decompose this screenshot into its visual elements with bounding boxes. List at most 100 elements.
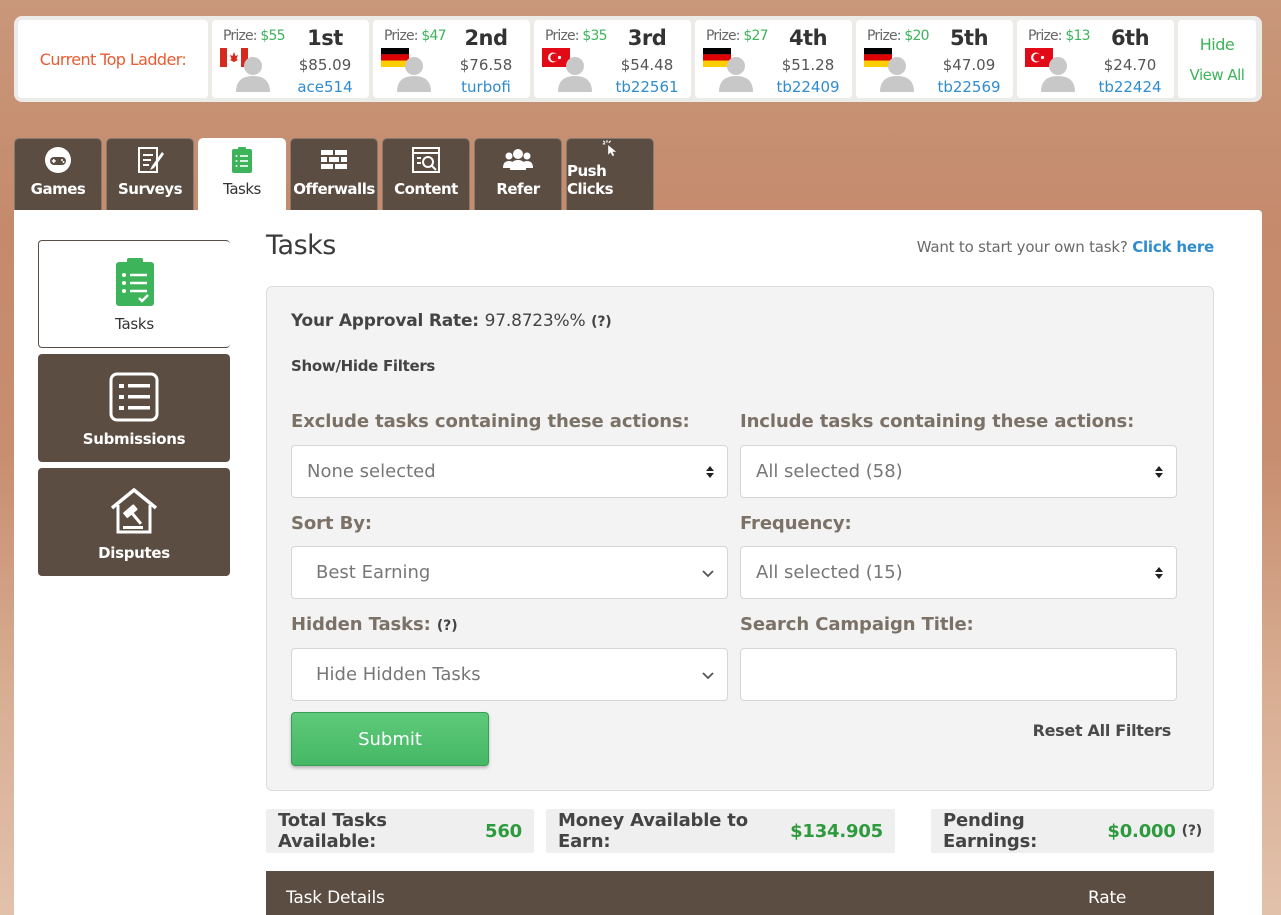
ladder-actions: Hide View All bbox=[1178, 20, 1256, 98]
ladder-place: 6th bbox=[1110, 26, 1150, 50]
tab-surveys[interactable]: Surveys bbox=[106, 138, 194, 210]
prize-label: Prize: $27 bbox=[706, 28, 769, 44]
ladder-earnings: $85.09 bbox=[298, 56, 352, 74]
tab-label: Tasks bbox=[223, 180, 261, 198]
ladder-username[interactable]: tb22409 bbox=[772, 78, 844, 96]
ladder-place: 4th bbox=[788, 26, 828, 50]
avatar-icon bbox=[558, 57, 592, 92]
main-tabs: Games Surveys Tasks Offerwalls Content R… bbox=[14, 138, 654, 210]
clipboard-icon bbox=[115, 258, 154, 306]
ladder-username[interactable]: tb22424 bbox=[1094, 78, 1166, 96]
view-all-link[interactable]: View All bbox=[1190, 66, 1245, 84]
ladder-earnings: $54.48 bbox=[620, 56, 674, 74]
ladder-earnings: $24.70 bbox=[1103, 56, 1157, 74]
sort-by-label: Sort By: bbox=[291, 513, 372, 534]
content-icon bbox=[412, 147, 440, 173]
tab-label: Refer bbox=[496, 180, 540, 198]
tab-offerwalls[interactable]: Offerwalls bbox=[290, 138, 378, 210]
tab-label: Content bbox=[394, 180, 458, 198]
sidebar-item-tasks[interactable]: Tasks bbox=[38, 240, 230, 348]
filters-box: Your Approval Rate: 97.8723%% (?) Show/H… bbox=[266, 286, 1214, 791]
sort-arrows-icon bbox=[706, 465, 714, 478]
search-campaign-label: Search Campaign Title: bbox=[740, 614, 974, 635]
sort-arrows-icon bbox=[1155, 566, 1163, 579]
avatar-icon bbox=[236, 57, 270, 92]
prize-label: Prize: $35 bbox=[545, 28, 608, 44]
clipboard-icon bbox=[232, 147, 252, 173]
ladder-username[interactable]: turbofi bbox=[450, 78, 522, 96]
pending-earnings-stat: Pending Earnings: $0.000 (?) bbox=[931, 809, 1214, 853]
ladder-entry: Prize: $47 2nd $76.58 turbofi bbox=[373, 20, 530, 98]
tab-content[interactable]: Content bbox=[382, 138, 470, 210]
sort-by-select[interactable]: Best Earning bbox=[291, 546, 728, 599]
column-rate[interactable]: Rate bbox=[1088, 888, 1126, 908]
ladder-place: 1st bbox=[307, 26, 343, 50]
prize-label: Prize: $13 bbox=[1028, 28, 1091, 44]
tab-label: Offerwalls bbox=[293, 180, 375, 198]
avatar-icon bbox=[397, 57, 431, 92]
column-task-details[interactable]: Task Details bbox=[286, 888, 385, 908]
total-tasks-stat: Total Tasks Available: 560 bbox=[266, 809, 534, 853]
exclude-actions-select[interactable]: None selected bbox=[291, 445, 728, 498]
sidebar-item-label: Tasks bbox=[115, 315, 154, 333]
ladder-earnings: $47.09 bbox=[942, 56, 996, 74]
page-title: Tasks bbox=[266, 230, 336, 261]
ladder-username[interactable]: ace514 bbox=[289, 78, 361, 96]
ladder-username[interactable]: tb22569 bbox=[933, 78, 1005, 96]
approval-help-icon[interactable]: (?) bbox=[591, 314, 612, 330]
ladder-entry: Prize: $27 4th $51.28 tb22409 bbox=[695, 20, 852, 98]
frequency-label: Frequency: bbox=[740, 513, 852, 534]
click-here-link[interactable]: Click here bbox=[1132, 238, 1214, 256]
hidden-tasks-label: Hidden Tasks: (?) bbox=[291, 614, 458, 635]
avatar-icon bbox=[880, 57, 914, 92]
money-available-stat: Money Available to Earn: $134.905 bbox=[546, 809, 895, 853]
tab-games[interactable]: Games bbox=[14, 138, 102, 210]
search-campaign-input[interactable] bbox=[740, 648, 1177, 701]
hide-ladder-link[interactable]: Hide bbox=[1200, 35, 1235, 54]
cursor-click-icon bbox=[602, 140, 617, 156]
sidebar-item-disputes[interactable]: Disputes bbox=[38, 468, 230, 576]
users-icon bbox=[503, 149, 533, 170]
pending-earnings-value: $0.000 bbox=[1107, 820, 1176, 842]
submit-button[interactable]: Submit bbox=[291, 712, 489, 766]
frequency-select[interactable]: All selected (15) bbox=[740, 546, 1177, 599]
main-panel: Tasks Submissions Disputes Tasks Want to… bbox=[14, 210, 1262, 915]
hidden-tasks-select[interactable]: Hide Hidden Tasks bbox=[291, 648, 728, 701]
ladder-entry: Prize: $55 1st $85.09 ace514 bbox=[212, 20, 369, 98]
show-hide-filters-link[interactable]: Show/Hide Filters bbox=[291, 357, 435, 375]
ladder-earnings: $76.58 bbox=[459, 56, 513, 74]
tab-label: Push Clicks bbox=[567, 162, 614, 198]
hidden-tasks-help-icon[interactable]: (?) bbox=[437, 618, 458, 634]
reset-filters-link[interactable]: Reset All Filters bbox=[1033, 721, 1172, 740]
frequency-value: All selected (15) bbox=[756, 562, 903, 583]
chevron-down-icon bbox=[702, 671, 714, 679]
prize-label: Prize: $55 bbox=[223, 28, 286, 44]
tasks-table-header: Task Details Rate bbox=[266, 871, 1214, 915]
ladder-earnings: $51.28 bbox=[781, 56, 835, 74]
ladder-entry: Prize: $35 3rd $54.48 tb22561 bbox=[534, 20, 691, 98]
tab-push-clicks[interactable]: Push Clicks bbox=[566, 138, 654, 210]
tab-label: Games bbox=[30, 180, 86, 198]
gavel-icon bbox=[110, 487, 158, 534]
include-actions-select[interactable]: All selected (58) bbox=[740, 445, 1177, 498]
sort-arrows-icon bbox=[1155, 465, 1163, 478]
ladder-place: 5th bbox=[949, 26, 989, 50]
tab-refer[interactable]: Refer bbox=[474, 138, 562, 210]
tab-tasks[interactable]: Tasks bbox=[198, 138, 286, 210]
ladder-title: Current Top Ladder: bbox=[18, 20, 208, 98]
sidebar-item-submissions[interactable]: Submissions bbox=[38, 354, 230, 462]
ladder-entry: Prize: $13 6th $24.70 tb22424 bbox=[1017, 20, 1174, 98]
include-actions-value: All selected (58) bbox=[756, 461, 903, 482]
pending-help-icon[interactable]: (?) bbox=[1182, 823, 1203, 839]
approval-rate: Your Approval Rate: 97.8723%% (?) bbox=[291, 311, 612, 331]
total-tasks-value: 560 bbox=[485, 820, 522, 842]
exclude-actions-value: None selected bbox=[307, 461, 436, 482]
ladder-username[interactable]: tb22561 bbox=[611, 78, 683, 96]
list-icon bbox=[109, 372, 159, 422]
sort-by-value: Best Earning bbox=[316, 562, 431, 583]
ladder-entry: Prize: $20 5th $47.09 tb22569 bbox=[856, 20, 1013, 98]
ladder-place: 3rd bbox=[627, 26, 667, 50]
tab-label: Surveys bbox=[117, 180, 183, 198]
top-ladder: Current Top Ladder: Prize: $55 1st $85.0… bbox=[14, 16, 1262, 102]
prize-label: Prize: $20 bbox=[867, 28, 930, 44]
